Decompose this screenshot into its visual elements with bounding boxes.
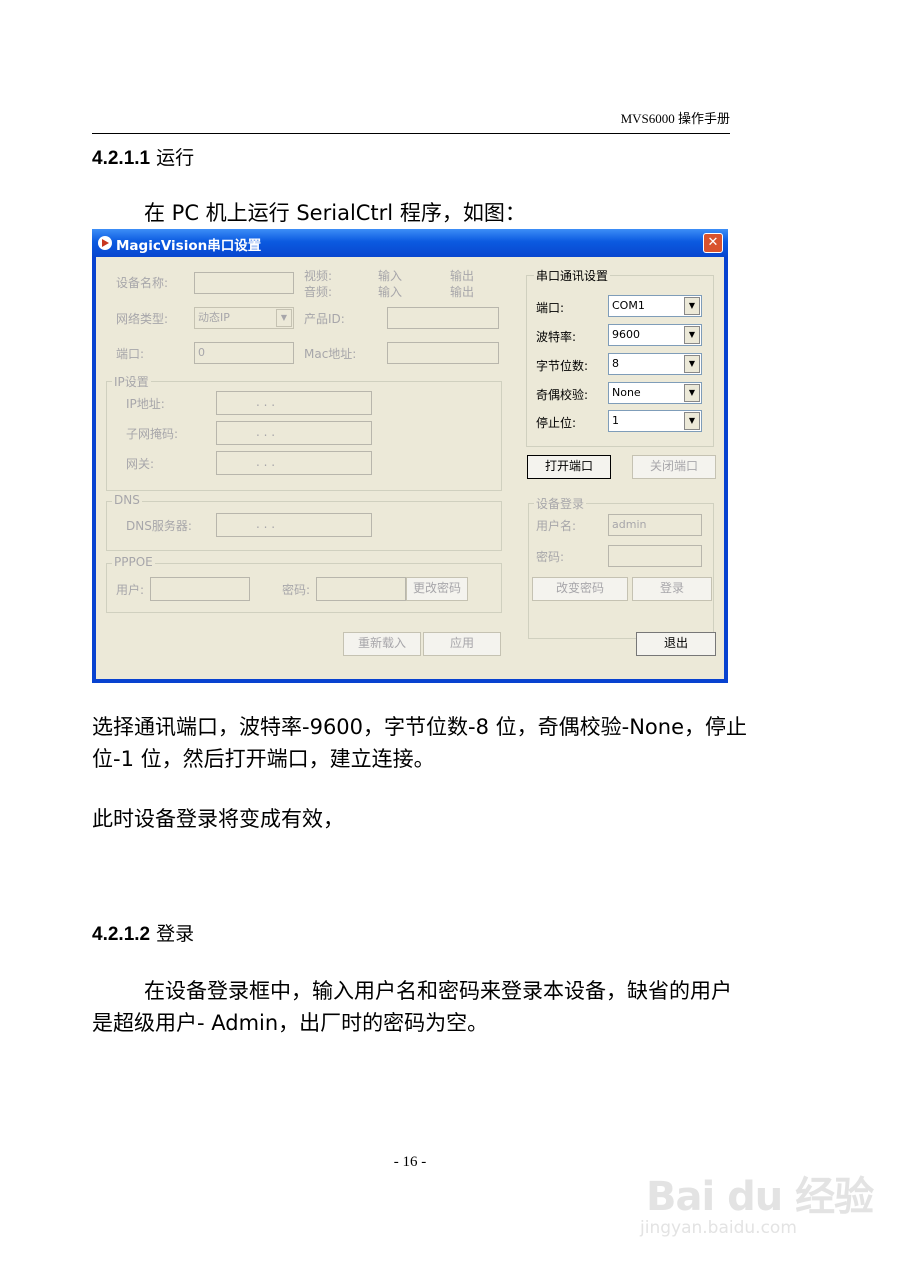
audio-out-label: 输出 xyxy=(450,285,475,299)
section-number: 4.2.1.1 xyxy=(92,148,151,169)
product-id-field[interactable] xyxy=(387,307,499,329)
select-paragraph-line1: 选择通讯端口，波特率-9600，字节位数-8 位，奇偶校验-None，停止 xyxy=(92,715,747,739)
section-number: 4.2.1.2 xyxy=(92,924,151,945)
open-port-button[interactable]: 打开端口 xyxy=(527,455,611,479)
close-port-button[interactable]: 关闭端口 xyxy=(632,455,716,479)
stop-bits-select[interactable]: 1 ▼ xyxy=(608,410,702,432)
ip-settings-title: IP设置 xyxy=(112,373,151,390)
dns-title: DNS xyxy=(112,493,142,507)
chevron-down-icon[interactable]: ▼ xyxy=(684,297,700,315)
video-out-label: 输出 xyxy=(450,269,475,283)
com-port-label: 端口: xyxy=(536,301,565,315)
login-button[interactable]: 登录 xyxy=(632,577,712,601)
baud-rate-label: 波特率: xyxy=(536,330,577,344)
com-port-value: COM1 xyxy=(612,299,645,312)
network-type-select[interactable]: 动态IP ▼ xyxy=(194,307,294,329)
apply-button[interactable]: 应用 xyxy=(423,632,501,656)
mac-label: Mac地址: xyxy=(304,347,357,361)
window-title: MagicVision串口设置 xyxy=(116,238,262,254)
change-password-button[interactable]: 更改密码 xyxy=(406,577,468,601)
data-bits-value: 8 xyxy=(612,357,619,370)
product-id-label: 产品ID: xyxy=(304,312,345,326)
pppoe-user-label: 用户: xyxy=(116,583,145,597)
ip-address-dots: . . . xyxy=(256,395,276,409)
running-header: MVS6000 操作手册 xyxy=(620,111,730,126)
section-title: 登录 xyxy=(156,923,195,945)
window-client-area: 设备名称: 视频: 音频: 输入 输入 输出 输出 网络类型: 动态IP ▼ 产… xyxy=(96,257,724,679)
data-bits-select[interactable]: 8 ▼ xyxy=(608,353,702,375)
com-port-select[interactable]: COM1 ▼ xyxy=(608,295,702,317)
mac-field[interactable] xyxy=(387,342,499,364)
ip-address-label: IP地址: xyxy=(126,397,165,411)
subnet-mask-field[interactable]: . . . xyxy=(216,421,372,445)
username-label: 用户名: xyxy=(536,519,577,533)
dns-server-field[interactable]: . . . xyxy=(216,513,372,537)
gateway-dots: . . . xyxy=(256,455,276,469)
section-heading-run: 4.2.1.1 运行 xyxy=(92,143,194,170)
close-button[interactable]: ✕ xyxy=(703,233,723,253)
watermark-logo: Bai du 经验 xyxy=(646,1174,874,1220)
audio-in-label: 输入 xyxy=(378,285,403,299)
data-bits-label: 字节位数: xyxy=(536,359,589,373)
section-heading-login: 4.2.1.2 登录 xyxy=(92,919,194,946)
stop-bits-label: 停止位: xyxy=(536,416,577,430)
video-label: 视频: xyxy=(304,269,333,283)
network-type-value: 动态IP xyxy=(198,311,230,324)
stop-bits-value: 1 xyxy=(612,414,619,427)
parity-value: None xyxy=(612,386,641,399)
watermark-url: jingyan.baidu.com xyxy=(640,1218,797,1238)
login-paragraph-line1: 在设备登录框中，输入用户名和密码来登录本设备，缺省的用户 xyxy=(144,979,732,1003)
network-type-label: 网络类型: xyxy=(116,312,169,326)
chevron-down-icon[interactable]: ▼ xyxy=(276,309,292,327)
device-name-label: 设备名称: xyxy=(116,276,169,290)
baud-rate-value: 9600 xyxy=(612,328,640,341)
audio-label: 音频: xyxy=(304,285,333,299)
device-name-field[interactable] xyxy=(194,272,294,294)
intro-paragraph: 在 PC 机上运行 SerialCtrl 程序，如图： xyxy=(144,201,526,225)
device-login-title: 设备登录 xyxy=(534,495,587,512)
serial-settings-window: MagicVision串口设置 ✕ 设备名称: 视频: 音频: 输入 输入 输出… xyxy=(92,229,728,683)
exit-button[interactable]: 退出 xyxy=(636,632,716,656)
window-titlebar[interactable]: MagicVision串口设置 ✕ xyxy=(92,229,728,257)
pppoe-password-field[interactable] xyxy=(316,577,406,601)
serial-settings-title: 串口通讯设置 xyxy=(534,267,611,284)
pppoe-user-field[interactable] xyxy=(150,577,250,601)
baud-rate-select[interactable]: 9600 ▼ xyxy=(608,324,702,346)
username-field[interactable]: admin xyxy=(608,514,702,536)
video-in-label: 输入 xyxy=(378,269,403,283)
chevron-down-icon[interactable]: ▼ xyxy=(684,326,700,344)
dns-dots: . . . xyxy=(256,517,276,531)
gateway-field[interactable]: . . . xyxy=(216,451,372,475)
modify-password-button[interactable]: 改变密码 xyxy=(532,577,628,601)
chevron-down-icon[interactable]: ▼ xyxy=(684,412,700,430)
dns-server-label: DNS服务器: xyxy=(126,519,192,533)
port-field[interactable]: 0 xyxy=(194,342,294,364)
section-title: 运行 xyxy=(156,147,195,169)
parity-select[interactable]: None ▼ xyxy=(608,382,702,404)
login-valid-paragraph: 此时设备登录将变成有效， xyxy=(92,807,344,831)
pppoe-title: PPPOE xyxy=(112,555,155,569)
chevron-down-icon[interactable]: ▼ xyxy=(684,384,700,402)
login-paragraph-line2: 是超级用户- Admin，出厂时的密码为空。 xyxy=(92,1011,489,1035)
app-icon xyxy=(98,236,112,250)
select-paragraph-line2: 位-1 位，然后打开端口，建立连接。 xyxy=(92,747,435,771)
subnet-mask-dots: . . . xyxy=(256,425,276,439)
port-label: 端口: xyxy=(116,347,145,361)
login-password-field[interactable] xyxy=(608,545,702,567)
chevron-down-icon[interactable]: ▼ xyxy=(684,355,700,373)
pppoe-password-label: 密码: xyxy=(282,583,311,597)
reload-button[interactable]: 重新载入 xyxy=(343,632,421,656)
gateway-label: 网关: xyxy=(126,457,155,471)
subnet-mask-label: 子网掩码: xyxy=(126,427,179,441)
parity-label: 奇偶校验: xyxy=(536,388,589,402)
login-password-label: 密码: xyxy=(536,550,565,564)
header-rule xyxy=(92,133,730,134)
ip-address-field[interactable]: . . . xyxy=(216,391,372,415)
